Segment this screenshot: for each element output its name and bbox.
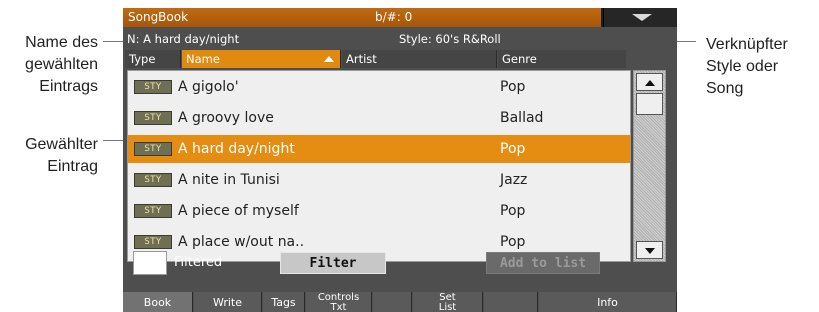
style-type-badge: STY bbox=[134, 80, 172, 94]
scroll-up-button[interactable] bbox=[636, 73, 663, 91]
tab-set[interactable]: Set List bbox=[413, 292, 483, 312]
column-header-artist[interactable]: Artist bbox=[342, 50, 497, 68]
list-item[interactable]: STY A groovy love Ballad bbox=[128, 104, 630, 132]
tab-label-line: Txt bbox=[330, 302, 347, 312]
entry-genre: Pop bbox=[500, 203, 526, 219]
callout-line: Gewählter bbox=[25, 136, 98, 153]
callout-line: Style oder bbox=[706, 58, 779, 75]
scroll-down-button[interactable] bbox=[636, 241, 663, 259]
callout-line: Name des bbox=[25, 34, 98, 51]
callout-line: Eintrags bbox=[39, 78, 98, 95]
filtered-label: Filtered bbox=[174, 255, 223, 270]
info-row: N: A hard day/night Style: 60's R&Roll bbox=[123, 31, 677, 48]
accidentals-readout: b/#: 0 bbox=[375, 10, 413, 24]
entry-name: A piece of myself bbox=[178, 203, 299, 219]
page-menu-button[interactable] bbox=[603, 8, 677, 27]
list-item[interactable]: STY A piece of myself Pop bbox=[128, 197, 630, 225]
style-type-badge: STY bbox=[134, 173, 172, 187]
songbook-screen: SongBook b/#: 0 N: A hard day/night Styl… bbox=[123, 8, 677, 312]
tab-info[interactable]: Info bbox=[539, 292, 677, 312]
title-bar: SongBook b/#: 0 bbox=[123, 8, 601, 27]
style-type-badge: STY bbox=[134, 235, 172, 249]
page-title: SongBook bbox=[128, 10, 189, 24]
tab-write[interactable]: Write bbox=[194, 292, 262, 312]
tab-empty-4[interactable] bbox=[373, 292, 412, 312]
tab-tags[interactable]: Tags bbox=[263, 292, 305, 312]
entry-list: STY A gigolo' Pop STY A groovy love Ballad STY… bbox=[127, 70, 631, 262]
list-scrollbar[interactable] bbox=[633, 70, 666, 262]
entry-name: A hard day/night bbox=[178, 141, 295, 157]
callout-line: Verknüpfter bbox=[706, 36, 788, 53]
entry-name: A gigolo' bbox=[178, 79, 239, 95]
filter-button[interactable]: Filter bbox=[280, 252, 386, 274]
list-item[interactable]: STY A gigolo' Pop bbox=[128, 73, 630, 101]
callout-linked: Verknüpfter Style oder Song bbox=[706, 34, 816, 100]
entry-genre: Ballad bbox=[500, 110, 544, 126]
entry-genre: Jazz bbox=[500, 172, 528, 188]
linked-style: Style: 60's R&Roll bbox=[399, 32, 501, 46]
entry-name: A nite in Tunisi bbox=[178, 172, 280, 188]
arrow-down-icon bbox=[645, 248, 655, 254]
callout-selected-item: Gewählter Eintrag bbox=[0, 134, 98, 178]
column-header-genre[interactable]: Genre bbox=[498, 50, 626, 68]
entry-genre: Pop bbox=[500, 141, 526, 157]
list-item[interactable]: STY A nite in Tunisi Jazz bbox=[128, 166, 630, 194]
callout-line: Eintrag bbox=[47, 158, 98, 175]
style-type-badge: STY bbox=[134, 111, 172, 125]
style-type-badge: STY bbox=[134, 204, 172, 218]
add-to-list-button[interactable]: Add to list bbox=[486, 252, 600, 274]
sort-ascending-icon bbox=[324, 56, 334, 62]
tab-label-line: List bbox=[438, 302, 457, 312]
filtered-checkbox[interactable] bbox=[133, 251, 167, 275]
callout-line: Song bbox=[706, 80, 744, 97]
entry-genre: Pop bbox=[500, 79, 526, 95]
column-header-name-label: Name bbox=[186, 52, 220, 66]
style-type-badge: STY bbox=[134, 142, 172, 156]
chevron-down-icon bbox=[632, 14, 652, 21]
arrow-up-icon bbox=[645, 80, 655, 86]
tab-controls[interactable]: Controls Txt bbox=[306, 292, 372, 312]
tab-book[interactable]: Book bbox=[123, 292, 193, 312]
tab-empty-6[interactable] bbox=[484, 292, 538, 312]
column-header-name[interactable]: Name bbox=[182, 50, 341, 68]
entry-name: A groovy love bbox=[178, 110, 274, 126]
list-item[interactable]: STY A hard day/night Pop bbox=[128, 135, 630, 163]
scroll-thumb[interactable] bbox=[636, 93, 663, 115]
column-header-type[interactable]: Type bbox=[125, 50, 181, 68]
selected-entry-name: N: A hard day/night bbox=[127, 32, 240, 46]
callout-line: gewählten bbox=[25, 56, 98, 73]
callout-selected-name: Name des gewählten Eintrags bbox=[0, 32, 98, 98]
